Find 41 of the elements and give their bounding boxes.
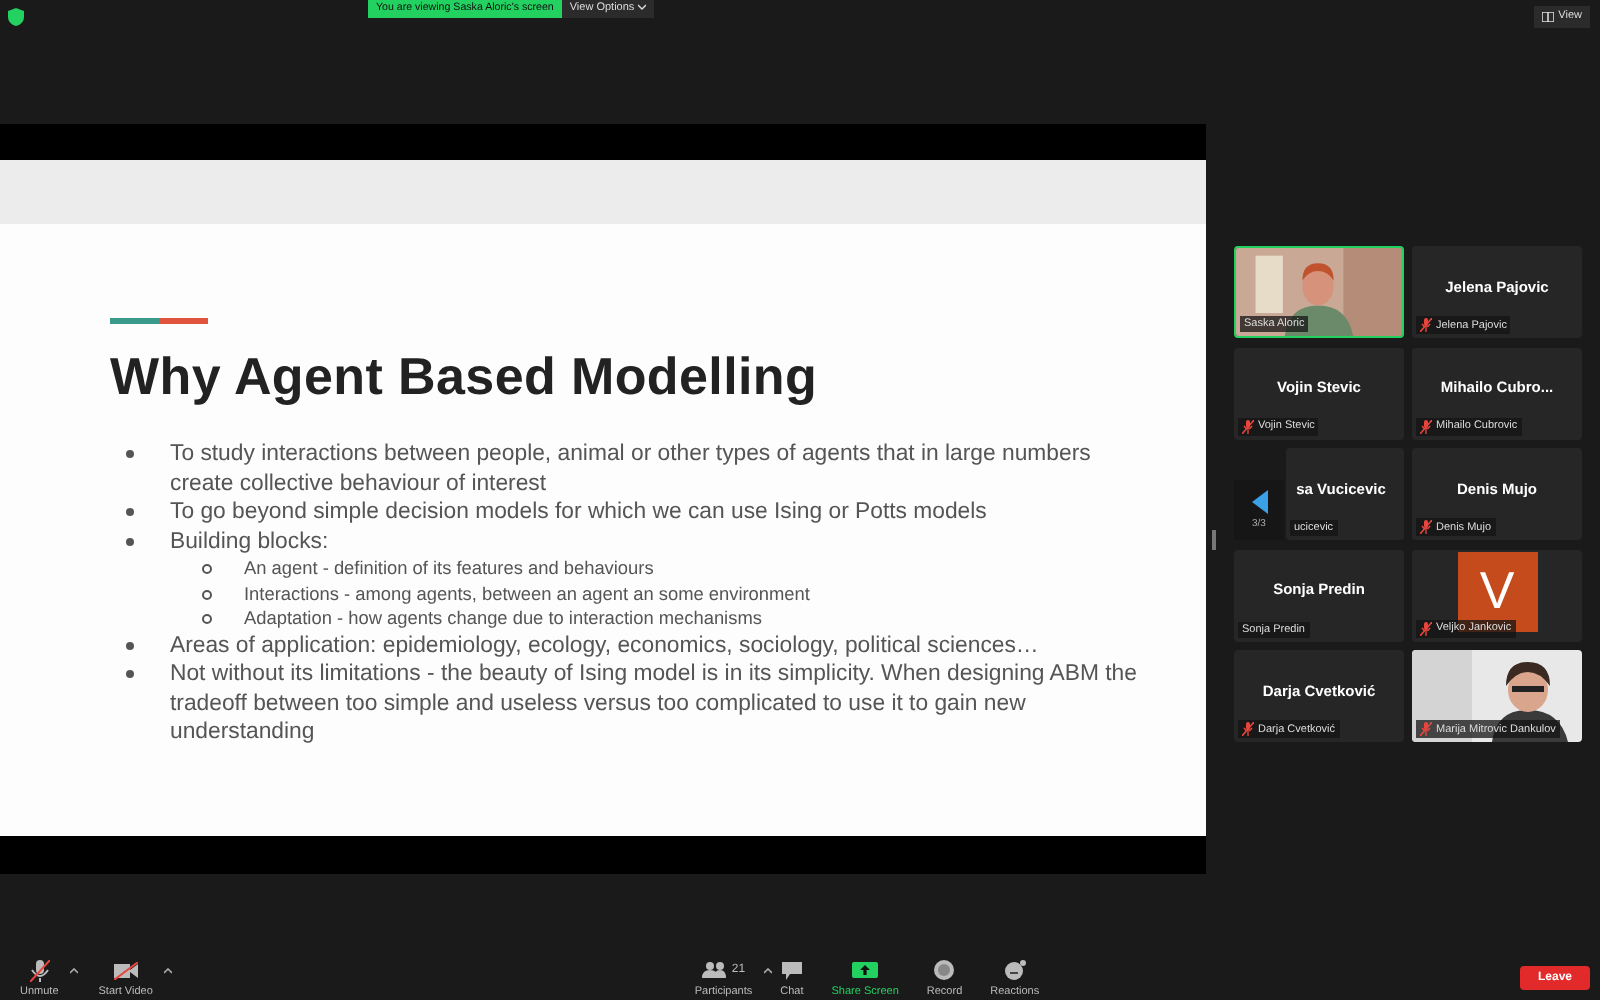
- bullet-icon: [126, 641, 134, 649]
- slide-title: Why Agent Based Modelling: [110, 346, 820, 408]
- scrollbar[interactable]: [1211, 529, 1215, 549]
- sub-bullet-icon: [202, 589, 212, 599]
- avatar-letter: V: [1479, 560, 1515, 622]
- chevron-down-icon: [637, 4, 646, 10]
- muted-mic-icon: [1420, 621, 1432, 635]
- muted-mic-icon: [1420, 419, 1432, 433]
- bullet-text: Not without its limitations - the beauty of Ising model is in its simplicity. When designing ABM the tradeoff between too simple and useless versus too complicated to use it to gain new understanding: [170, 660, 1139, 747]
- muted-mic-icon: [1420, 722, 1432, 736]
- record-icon: [934, 960, 955, 980]
- muted-camera-icon: [113, 961, 138, 979]
- bullet-text: To study interactions between people, animal or other types of agents that in large numbers create collective behaviour of interest: [170, 440, 1093, 498]
- caret-icon[interactable]: [70, 967, 79, 973]
- muted-mic-icon: [1242, 722, 1254, 736]
- muted-mic-icon: [29, 959, 50, 981]
- muted-mic-icon: [1420, 318, 1432, 332]
- bullet-icon: [126, 450, 134, 458]
- sub-bullet-icon: [202, 564, 212, 574]
- sub-bullet-icon: [202, 614, 212, 624]
- muted-mic-icon: [1420, 520, 1432, 534]
- accent-line: [110, 318, 208, 324]
- caret-icon[interactable]: [764, 967, 773, 973]
- bullet-text: Areas of application: epidemiology, ecology, economics, sociology, political sciences…: [170, 631, 1039, 660]
- chat-icon: [781, 961, 802, 979]
- caret-icon[interactable]: [164, 967, 173, 973]
- left-arrow-icon[interactable]: [1251, 490, 1267, 514]
- share-screen-icon: [852, 962, 879, 978]
- bullet-text: To go beyond simple decision models for which we can use Ising or Potts models: [170, 498, 987, 527]
- muted-mic-icon: [1242, 419, 1254, 433]
- grid-icon: [1542, 12, 1555, 22]
- sub-bullet-text: An agent - definition of its features and behaviours: [244, 556, 654, 581]
- sub-bullet-text: Interactions - among agents, between an agent an some environment: [244, 581, 810, 606]
- sub-bullet-text: Adaptation - how agents change due to interaction mechanisms: [244, 606, 762, 631]
- bullet-text: Building blocks:: [170, 527, 329, 556]
- bullet-icon: [126, 537, 134, 545]
- participants-icon: [701, 962, 726, 978]
- bullet-icon: [126, 508, 134, 516]
- bullet-icon: [126, 670, 134, 678]
- reactions-icon: [1003, 960, 1026, 980]
- shield-icon[interactable]: [8, 8, 24, 26]
